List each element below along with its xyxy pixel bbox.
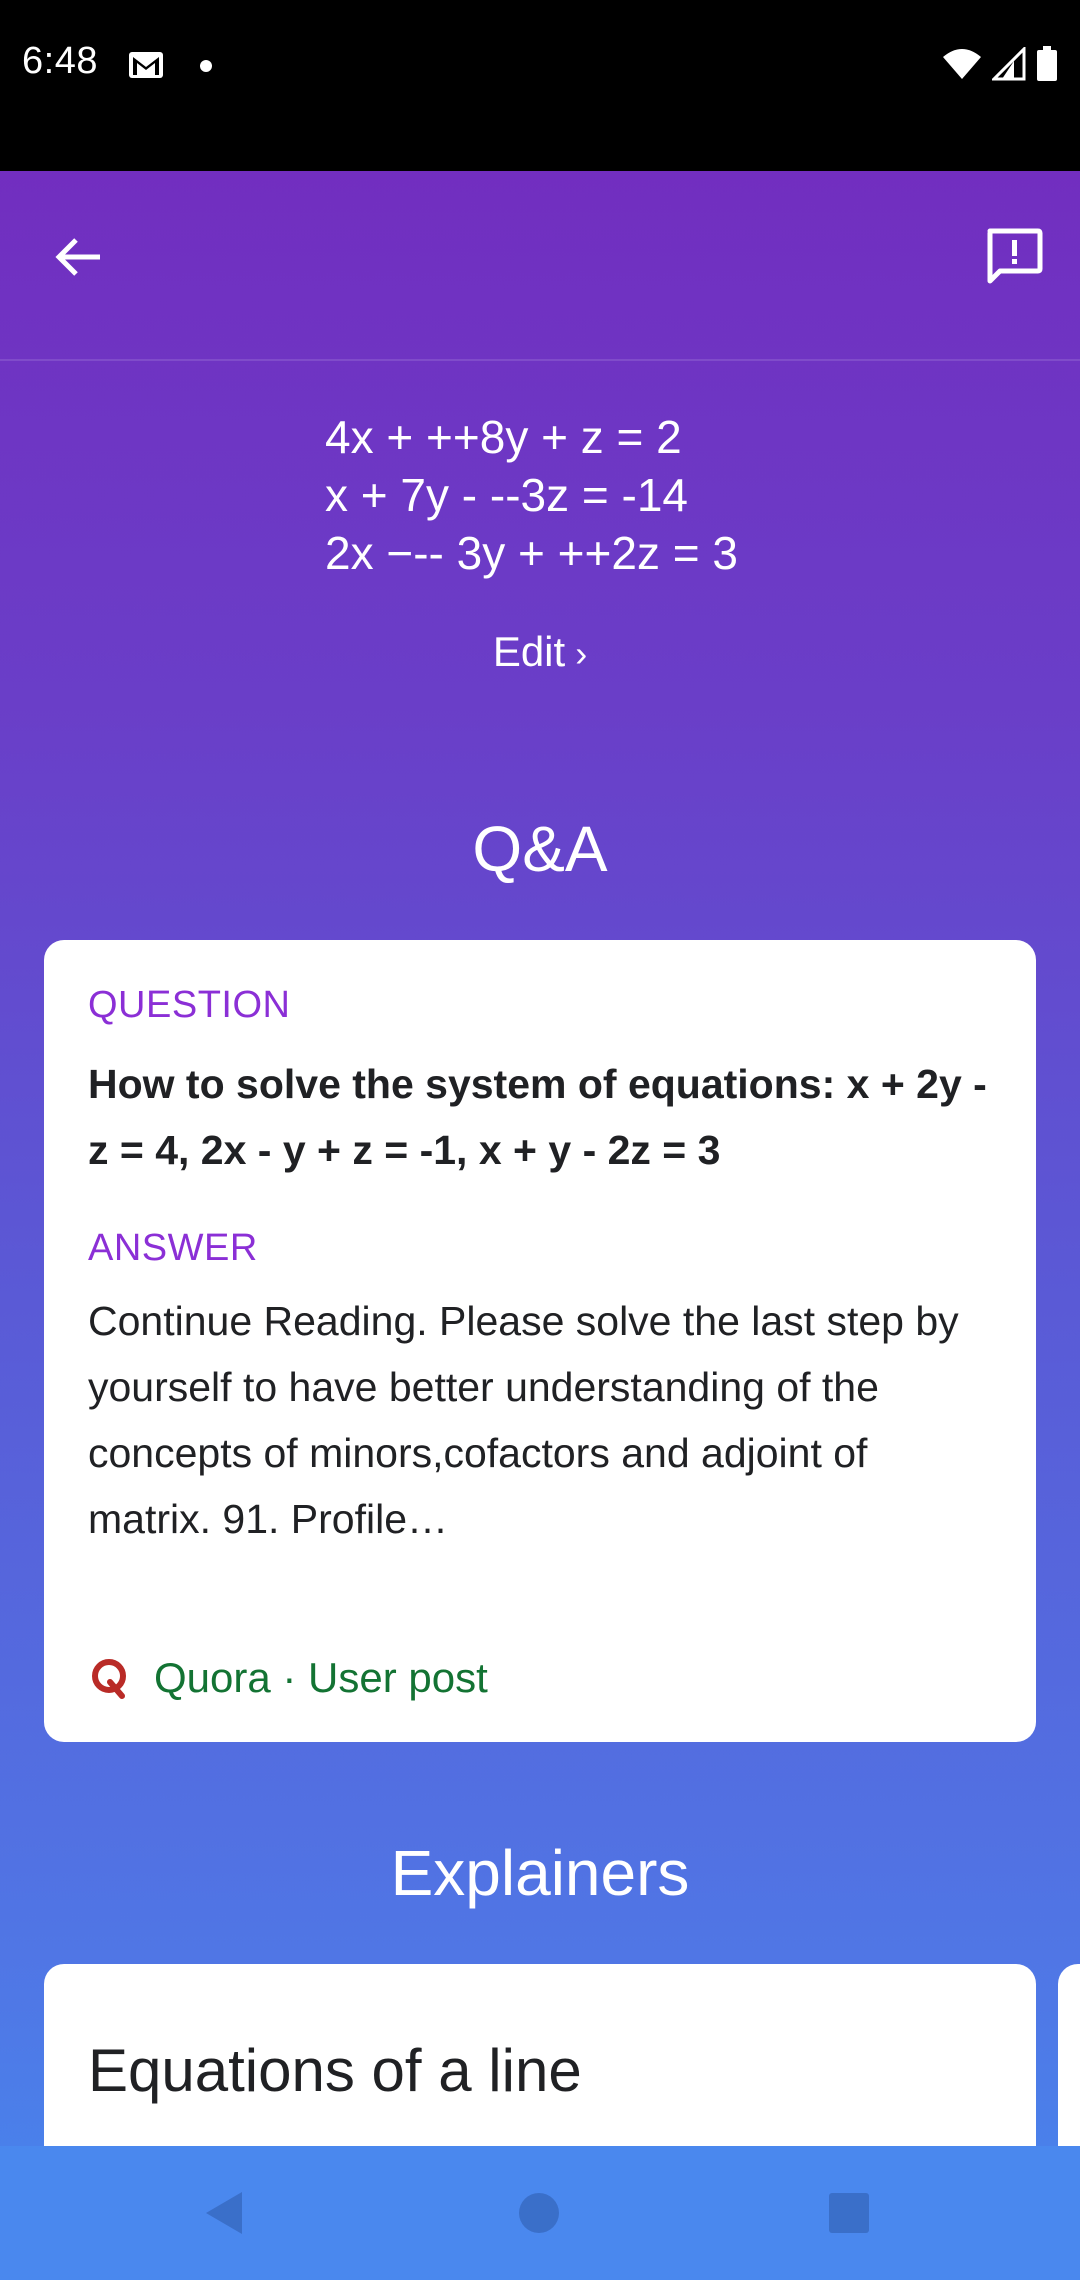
equation-line: 2x −-- 3y + ++2z = 3 — [325, 527, 738, 579]
edit-button[interactable]: Edit › — [0, 628, 1080, 676]
back-button[interactable] — [40, 219, 116, 295]
status-time: 6:48 — [22, 40, 98, 82]
quora-icon — [92, 1659, 126, 1699]
home-circle-icon — [519, 2193, 559, 2233]
edit-label: Edit — [492, 628, 566, 675]
qa-section-title: Q&A — [472, 813, 608, 885]
recents-square-icon — [829, 2193, 869, 2233]
gmail-icon — [129, 52, 163, 78]
status-bar: 6:48 — [0, 0, 1080, 171]
feedback-icon — [987, 228, 1043, 284]
qa-card[interactable]: QUESTION How to solve the system of equa… — [44, 940, 1036, 1742]
nav-recents-button[interactable] — [816, 2180, 882, 2246]
equation-system: 4x + ++8y + z = 2 x + 7y - --3z = -14 2x… — [325, 408, 738, 582]
nav-back-button[interactable] — [192, 2180, 258, 2246]
nav-home-button[interactable] — [506, 2180, 572, 2246]
app-bar — [0, 171, 1080, 361]
source-link[interactable]: Quora · User post — [88, 1654, 488, 1702]
question-text: How to solve the system of equations: x … — [88, 1061, 987, 1173]
battery-icon — [1037, 46, 1057, 81]
arrow-back-icon — [55, 238, 100, 276]
status-icons — [942, 46, 1058, 82]
source-text: Quora · User post — [154, 1654, 488, 1701]
explainer-title: Equations of a line — [88, 2037, 582, 2104]
chevron-right-icon: › — [575, 633, 588, 674]
wifi-icon — [943, 49, 981, 79]
explainers-section-title: Explainers — [390, 1837, 690, 1909]
equation-line: x + 7y - --3z = -14 — [325, 469, 689, 521]
system-nav-bar — [0, 2146, 1080, 2280]
cellular-icon — [992, 47, 1026, 81]
back-triangle-icon — [206, 2192, 242, 2234]
question-label: QUESTION — [88, 984, 291, 1026]
equation-line: 4x + ++8y + z = 2 — [325, 411, 682, 463]
answer-label: ANSWER — [88, 1227, 258, 1269]
answer-text: Continue Reading. Please solve the last … — [88, 1298, 959, 1542]
feedback-button[interactable] — [974, 217, 1054, 297]
notification-dot — [200, 60, 212, 72]
